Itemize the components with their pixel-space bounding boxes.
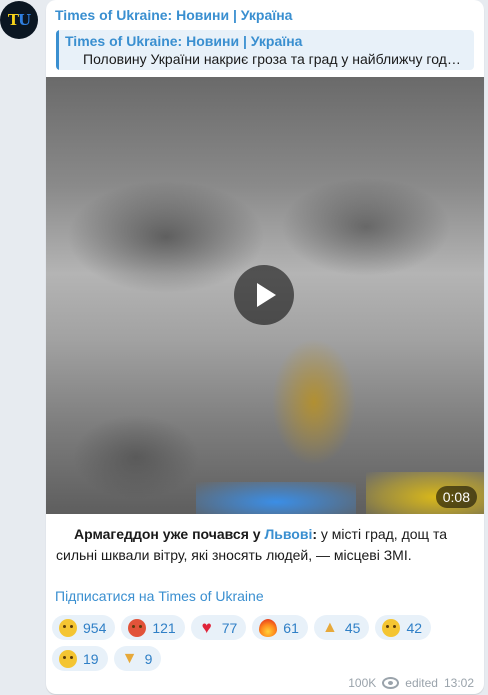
caption-bold-prefix: Армагеддон уже почався у — [74, 526, 265, 542]
channel-name[interactable]: Times of Ukraine: Новини | Україна — [55, 7, 292, 23]
message-footer: 100K edited 13:02 — [348, 676, 474, 690]
video-duration: 0:08 — [435, 486, 477, 508]
angry-face-icon — [128, 618, 147, 637]
channel-avatar[interactable]: TU — [0, 1, 38, 39]
eye-icon — [382, 677, 400, 689]
heart-icon: ♥ — [201, 617, 212, 637]
reaction-count: 121 — [152, 619, 176, 636]
caption-city-link[interactable]: Львові — [264, 526, 312, 542]
fire-icon — [259, 618, 278, 637]
thumbs-up-icon: ▲ — [321, 618, 338, 636]
edited-label: edited — [405, 676, 438, 690]
reaction-fire[interactable]: 61 — [252, 615, 308, 640]
video-player[interactable]: 0:08 — [46, 77, 484, 514]
reaction-heart[interactable]: ♥ 77 — [190, 615, 247, 640]
grinning-face-icon — [59, 649, 77, 668]
reaction-thinking[interactable]: 42 — [375, 615, 432, 640]
reaction-count: 42 — [406, 619, 423, 636]
reaction-angry[interactable]: 121 — [121, 615, 185, 640]
reply-preview[interactable]: Times of Ukraine: Новини | Україна Полов… — [56, 30, 474, 70]
reaction-count: 45 — [344, 619, 361, 636]
video-blur-blue — [196, 482, 356, 514]
message-bubble: Times of Ukraine: Новини | Україна Times… — [46, 0, 484, 694]
reply-text: Половину України накриє гроза та град у … — [83, 51, 468, 67]
reaction-count: 61 — [283, 619, 299, 636]
avatar-letter-u: U — [18, 11, 31, 29]
reaction-count: 77 — [221, 619, 238, 636]
reaction-grinning[interactable]: 19 — [52, 646, 108, 671]
thumbs-down-icon: ▼ — [121, 649, 138, 667]
reactions-bar: 954 121 ♥ 77 61 ▲ 45 42 19 ▼ 9 — [52, 615, 472, 671]
subscribe-link[interactable]: Підписатися на Times of Ukraine — [55, 588, 264, 604]
view-count: 100K — [348, 676, 377, 690]
thinking-face-icon — [382, 618, 401, 637]
reaction-thumbs-down[interactable]: ▼ 9 — [113, 646, 162, 671]
reaction-thumbs-up[interactable]: ▲ 45 — [313, 615, 370, 640]
play-icon[interactable] — [234, 265, 294, 325]
reaction-crying[interactable]: 954 — [52, 615, 116, 640]
message-time: 13:02 — [443, 676, 474, 690]
reaction-count: 954 — [83, 619, 107, 636]
reply-title: Times of Ukraine: Новини | Україна — [65, 33, 303, 49]
message-caption: Армагеддон уже почався у Львові: у місті… — [56, 524, 476, 566]
avatar-letter-t: T — [7, 11, 19, 29]
reaction-count: 19 — [83, 650, 99, 667]
reaction-count: 9 — [144, 650, 153, 667]
crying-face-icon — [59, 618, 77, 637]
